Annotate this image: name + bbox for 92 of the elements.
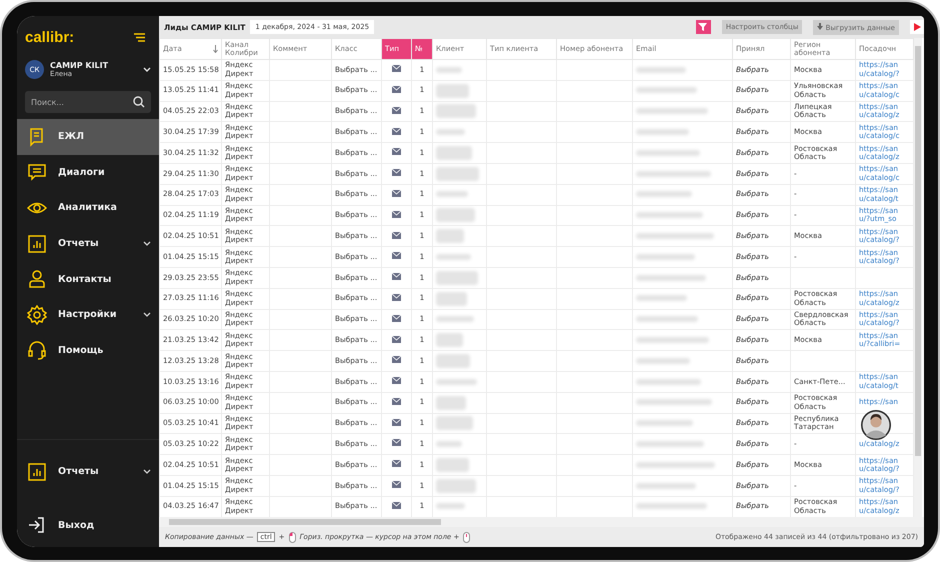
blurred-text — [436, 458, 469, 472]
blurred-text — [636, 129, 689, 136]
chart-icon — [27, 462, 47, 482]
sort-arrow-icon[interactable] — [213, 45, 218, 53]
blurred-text — [436, 416, 473, 430]
exit-icon — [27, 515, 47, 536]
blurred-text — [436, 166, 479, 181]
envelope-icon — [392, 502, 401, 509]
blurred-text — [436, 129, 465, 136]
play-icon — [914, 23, 921, 31]
nav-item[interactable]: Отчеты — [17, 226, 159, 262]
blurred-text — [436, 66, 462, 73]
envelope-icon — [392, 336, 401, 342]
envelope-icon — [392, 190, 401, 197]
blurred-text — [436, 396, 466, 410]
blurred-text — [436, 316, 474, 322]
blurred-text — [436, 503, 465, 510]
envelope-icon — [392, 232, 401, 239]
blurred-text — [436, 440, 462, 447]
horizontal-scrollbar[interactable] — [159, 517, 924, 527]
blurred-text — [436, 270, 478, 285]
nav-item[interactable]: ЕЖЛ — [17, 119, 159, 155]
nav-item[interactable]: Диалоги — [17, 154, 159, 190]
blurred-text — [636, 358, 690, 364]
blurred-text — [636, 212, 703, 218]
blurred-text — [436, 378, 477, 385]
blurred-text — [636, 316, 698, 322]
envelope-icon — [392, 86, 401, 93]
envelope-icon — [392, 314, 401, 322]
envelope-icon — [392, 481, 401, 488]
chart-icon — [27, 234, 47, 254]
chevron-icon[interactable] — [143, 67, 151, 72]
search-icon[interactable] — [133, 96, 145, 108]
envelope-icon — [392, 252, 401, 260]
blurred-text — [436, 478, 476, 493]
person-icon — [27, 269, 47, 290]
blurred-text — [636, 503, 707, 510]
envelope-icon — [392, 377, 401, 384]
envelope-icon — [392, 294, 401, 301]
envelope-icon — [392, 106, 401, 114]
blurred-text — [436, 254, 471, 260]
nav-item[interactable]: Контакты — [17, 261, 159, 297]
settings-icon — [27, 304, 47, 325]
menu-icon[interactable] — [134, 33, 145, 42]
logo: callibr: — [25, 29, 74, 46]
blurred-text — [636, 150, 700, 156]
envelope-icon — [392, 460, 401, 468]
envelope-icon — [392, 439, 401, 446]
filter-button[interactable] — [696, 20, 711, 34]
nav-item[interactable]: Выход — [17, 507, 159, 543]
mouse-icon — [463, 532, 470, 542]
nav-item[interactable]: Аналитика — [17, 190, 159, 226]
blurred-text — [636, 108, 708, 114]
nav-item[interactable]: Настройки — [17, 296, 159, 333]
nav-item[interactable]: Помощь — [17, 332, 159, 368]
blurred-text — [436, 354, 470, 368]
envelope-icon — [392, 148, 401, 156]
blurred-text — [636, 420, 693, 426]
chat-icon — [27, 162, 47, 182]
blurred-text — [436, 146, 472, 160]
blurred-text — [636, 254, 695, 260]
envelope-icon — [392, 398, 401, 405]
blurred-text — [636, 274, 706, 281]
blurred-text — [636, 295, 687, 302]
blurred-text — [436, 84, 469, 98]
vertical-scrollbar[interactable] — [914, 38, 922, 517]
search-field[interactable]: Поиск... — [25, 91, 151, 113]
blurred-text — [636, 482, 696, 489]
envelope-icon — [392, 128, 401, 135]
envelope-icon — [392, 273, 401, 280]
blurred-text — [436, 191, 468, 198]
blurred-text — [436, 229, 464, 244]
envelope-icon — [392, 418, 401, 426]
nav-item[interactable]: Отчеты — [17, 454, 159, 490]
headset-icon — [27, 340, 47, 360]
blurred-text — [436, 292, 467, 306]
blurred-text — [436, 208, 475, 222]
blurred-text — [436, 104, 476, 118]
envelope-icon — [392, 169, 401, 176]
blurred-text — [636, 440, 704, 447]
play-button[interactable] — [910, 20, 924, 34]
profile-name: САМИР KILIT — [50, 61, 110, 70]
blurred-text — [636, 66, 686, 73]
blurred-text — [636, 378, 701, 385]
envelope-icon — [392, 65, 401, 72]
envelope-icon — [392, 210, 401, 218]
envelope-icon — [392, 356, 401, 364]
blurred-text — [436, 333, 463, 348]
mouse-icon — [288, 532, 296, 542]
blurred-text — [636, 87, 697, 94]
download-icon — [817, 22, 824, 30]
blurred-text — [636, 191, 692, 198]
